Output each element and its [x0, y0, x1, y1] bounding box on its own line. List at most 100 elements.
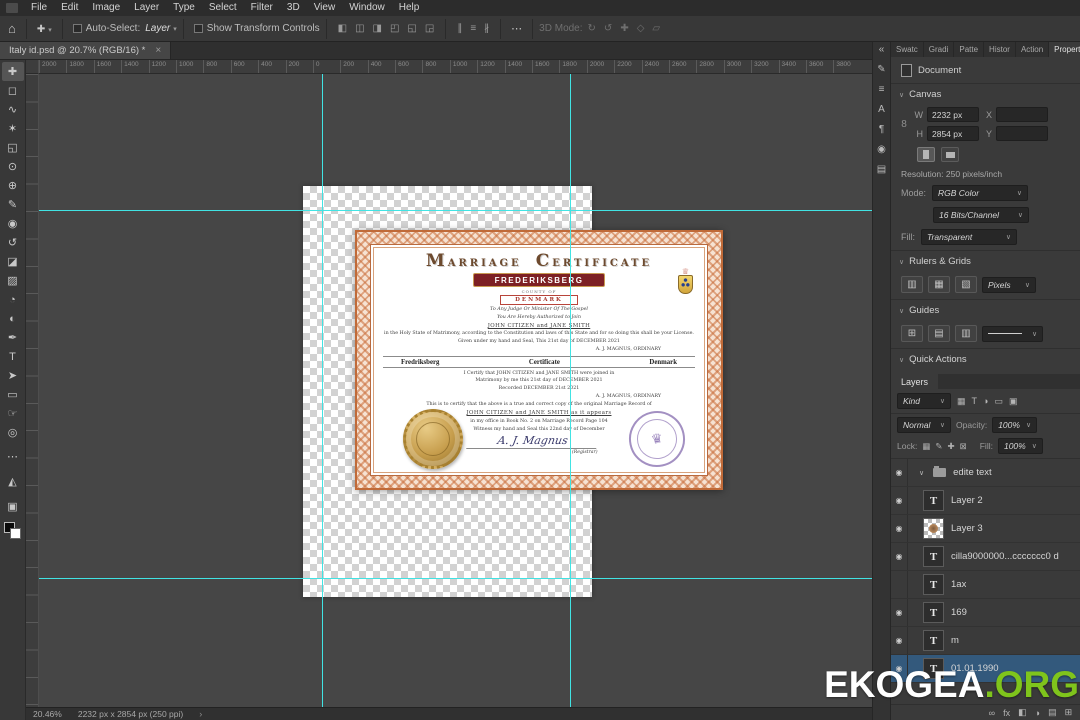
glyphs-panel-icon[interactable]: A [878, 105, 885, 115]
visibility-toggle[interactable]: ◉ [891, 543, 908, 570]
menu-image[interactable]: Image [85, 0, 127, 16]
new-layer-icon[interactable]: ⊞ [1065, 707, 1073, 718]
layer-row[interactable]: ◉ cilla9000000...ccccccc0 d [891, 543, 1080, 571]
sliders-icon[interactable]: ≡ [879, 85, 885, 95]
eyedropper-tool[interactable]: ⊙ [2, 157, 24, 176]
toggle-snap-button[interactable] [955, 276, 977, 293]
filter-smart-objects-icon[interactable]: ▣ [1009, 396, 1018, 406]
clear-guides-button[interactable] [955, 325, 977, 342]
menu-help[interactable]: Help [392, 0, 427, 16]
rectangular-marquee-tool[interactable]: ◻ [2, 81, 24, 100]
auto-select-checkbox[interactable] [72, 24, 82, 33]
portrait-orientation-button[interactable] [917, 147, 935, 162]
visibility-toggle[interactable] [891, 571, 908, 598]
vertical-ruler[interactable] [26, 74, 39, 707]
guide-vertical-1[interactable] [322, 74, 323, 707]
libraries-panel-icon[interactable]: ▤ [877, 165, 886, 175]
certificate-image[interactable]: MARRIAGECERTIFICATE FREDERIKSBERG COUNTY… [355, 230, 723, 490]
crop-tool[interactable]: ◱ [2, 138, 24, 157]
filter-adjustment-layers-icon[interactable]: ◑ [983, 396, 988, 406]
tab-histor[interactable]: Histor [984, 42, 1016, 57]
more-options-icon[interactable]: ⋯ [507, 22, 526, 35]
screen-mode-icon[interactable]: ▣ [2, 497, 24, 516]
close-tab-icon[interactable]: × [155, 45, 161, 56]
hand-tool[interactable]: ☞ [2, 404, 24, 423]
eye-icon[interactable]: ◉ [896, 552, 903, 561]
menu-view[interactable]: View [307, 0, 343, 16]
landscape-orientation-button[interactable] [941, 147, 959, 162]
layer-row[interactable]: ◉m [891, 627, 1080, 655]
color-mode-select[interactable]: RGB Color [932, 185, 1029, 201]
clone-stamp-tool[interactable]: ◉ [2, 214, 24, 233]
healing-brush-tool[interactable]: ⊕ [2, 176, 24, 195]
guide-horizontal-2[interactable] [39, 578, 872, 579]
link-dimensions-icon[interactable]: 8 [899, 119, 909, 130]
new-guide-layout-button[interactable] [901, 325, 923, 342]
layer-name[interactable]: Layer 3 [951, 523, 983, 534]
eye-icon[interactable]: ◉ [896, 608, 903, 617]
visibility-toggle[interactable]: ◉ [891, 487, 908, 514]
tab-gradi[interactable]: Gradi [924, 42, 955, 57]
menu-edit[interactable]: Edit [54, 0, 85, 16]
link-layers-icon[interactable]: ∞ [989, 708, 995, 718]
align-bottom-icon[interactable]: ◲ [425, 23, 434, 34]
visibility-toggle[interactable]: ◉ [891, 627, 908, 654]
edit-toolbar-icon[interactable]: ⋯ [2, 447, 24, 466]
layers-tab[interactable]: Layers [891, 374, 939, 389]
text-layer-thumbnail[interactable] [923, 546, 944, 567]
x-field[interactable] [996, 107, 1048, 122]
lock-pixels-icon[interactable]: ✎ [935, 442, 942, 451]
zoom-tool[interactable]: ◎ [2, 423, 24, 442]
filter-type-layers-icon[interactable]: T [972, 396, 978, 406]
align-left-icon[interactable]: ◧ [338, 23, 347, 34]
lock-guides-button[interactable] [928, 325, 950, 342]
layer-row[interactable]: 1ax [891, 571, 1080, 599]
toggle-rulers-button[interactable] [901, 276, 923, 293]
lasso-tool[interactable]: ∿ [2, 100, 24, 119]
eye-icon[interactable]: ◉ [896, 636, 903, 645]
layer-row[interactable]: ◉ Layer 3 [891, 515, 1080, 543]
guide-style-select[interactable] [982, 325, 1044, 342]
zoom-level[interactable]: 20.46% [33, 709, 62, 719]
color-swatches[interactable] [4, 522, 21, 539]
lock-position-icon[interactable]: ✚ [947, 442, 954, 451]
type-tool[interactable]: T [2, 347, 24, 366]
3d-roll-icon[interactable]: ↺ [604, 23, 612, 34]
distribute-vertical-icon[interactable]: ≡ [470, 23, 476, 34]
horizontal-ruler[interactable]: 2000 1800 1600 1400 1200 1000 800 600 400 200 0 200… [39, 60, 872, 74]
visibility-toggle[interactable]: ◉ [891, 459, 908, 486]
visibility-toggle[interactable]: ◉ [891, 599, 908, 626]
layer-name[interactable]: 1ax [951, 579, 966, 590]
menu-select[interactable]: Select [202, 0, 244, 16]
clone-source-icon[interactable]: ◉ [877, 145, 886, 155]
text-layer-thumbnail[interactable] [923, 574, 944, 595]
3d-scale-icon[interactable]: ▱ [652, 23, 660, 34]
menu-3d[interactable]: 3D [280, 0, 307, 16]
align-top-icon[interactable]: ◰ [390, 23, 399, 34]
layer-effects-icon[interactable]: fx [1003, 708, 1010, 718]
layer-name[interactable]: m [951, 635, 959, 646]
auto-select-target-select[interactable]: Layer [145, 23, 177, 34]
tab-properties[interactable]: Properties [1049, 42, 1080, 57]
3d-rotate-icon[interactable]: ↻ [588, 23, 596, 34]
dodge-tool[interactable]: ◐ [2, 309, 24, 328]
tab-swatc[interactable]: Swatc [891, 42, 924, 57]
layer-name[interactable]: cilla9000000...ccccccc0 d [951, 551, 1059, 562]
width-field[interactable]: 2232 px [927, 107, 979, 122]
adjustment-layer-icon[interactable]: ◑ [1035, 708, 1040, 718]
layer-fill-field[interactable]: 100% [997, 438, 1043, 454]
menu-type[interactable]: Type [166, 0, 202, 16]
align-right-icon[interactable]: ◨ [373, 23, 382, 34]
guides-section-header[interactable]: Guides [891, 299, 1080, 321]
add-layer-mask-icon[interactable]: ◧ [1018, 707, 1027, 718]
distribute-horizontal-icon[interactable]: ∥ [457, 23, 462, 34]
brush-settings-icon[interactable]: ✎ [877, 65, 885, 75]
history-brush-tool[interactable]: ↺ [2, 233, 24, 252]
rulers-grids-section-header[interactable]: Rulers & Grids [891, 250, 1080, 272]
menu-window[interactable]: Window [342, 0, 392, 16]
3d-drag-icon[interactable]: ✚ [620, 23, 628, 34]
quick-actions-section-header[interactable]: Quick Actions [891, 348, 1080, 370]
text-layer-thumbnail[interactable] [923, 490, 944, 511]
canvas-section-header[interactable]: Canvas [891, 83, 1080, 105]
collapse-panels-icon[interactable]: « [879, 45, 885, 55]
